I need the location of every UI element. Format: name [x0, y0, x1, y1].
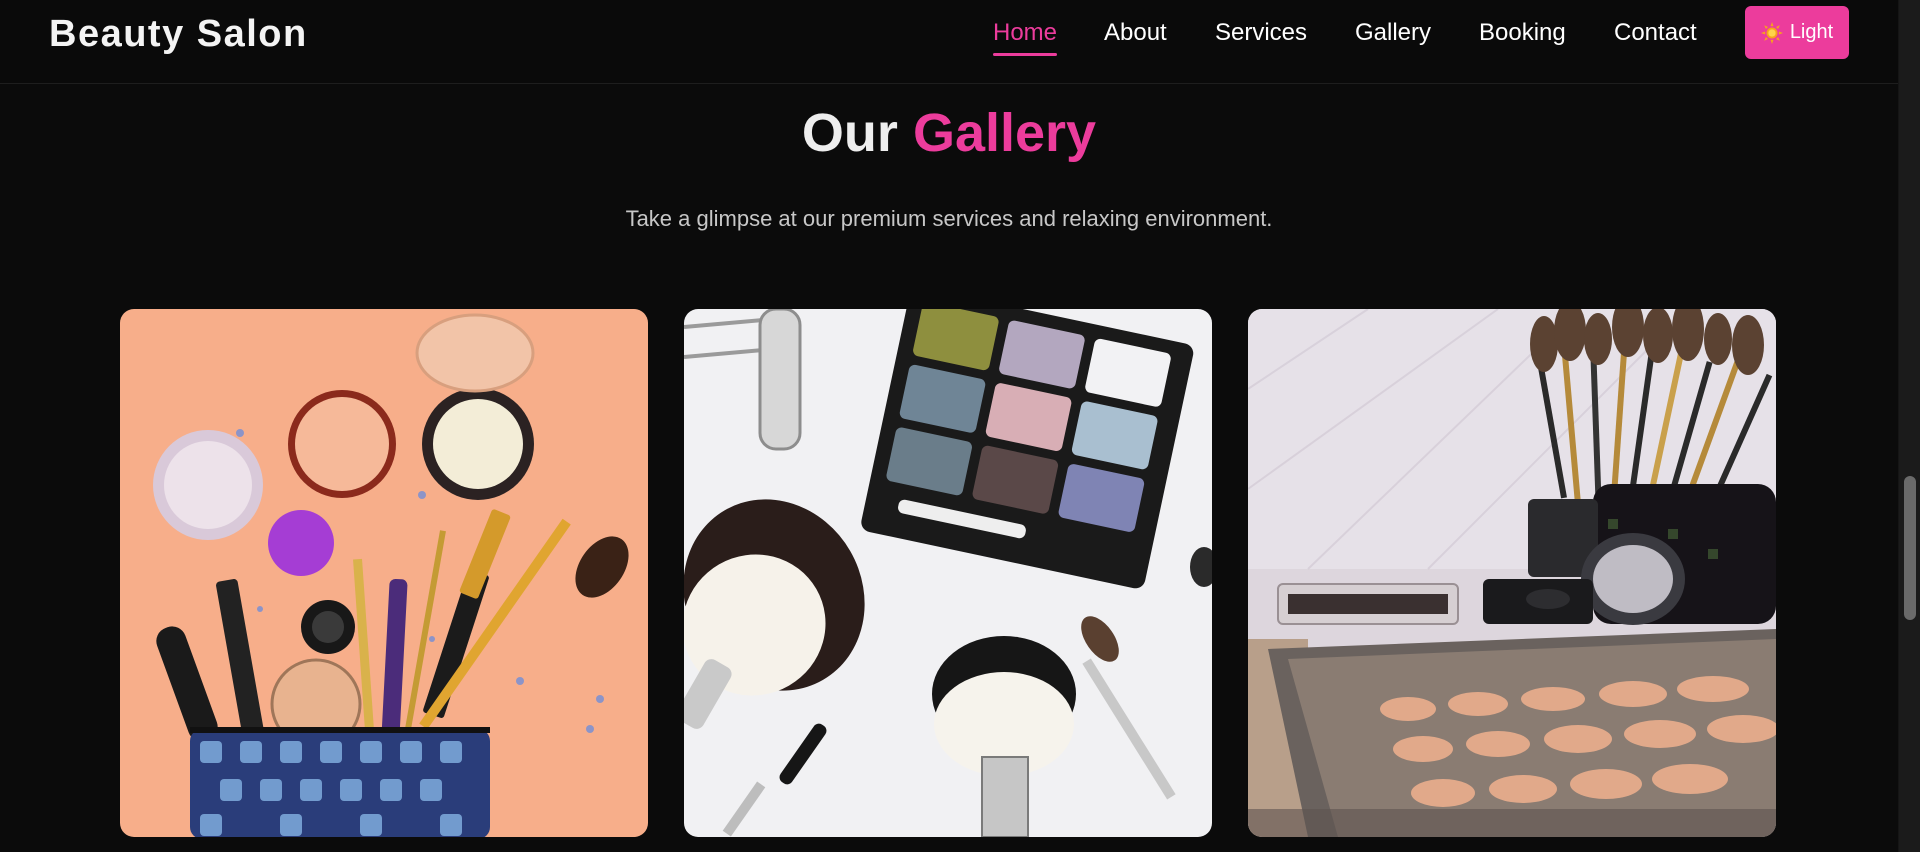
brush-holder-photo — [1248, 309, 1776, 837]
gallery-image-eyeshadow-brushes[interactable] — [684, 309, 1212, 837]
scrollbar-thumb[interactable] — [1904, 476, 1916, 620]
nav-link-booking[interactable]: Booking — [1479, 18, 1566, 48]
nav-link-about[interactable]: About — [1104, 18, 1167, 48]
nav-link-contact[interactable]: Contact — [1614, 18, 1697, 48]
nav-link-services[interactable]: Services — [1215, 18, 1307, 48]
nav-link-gallery[interactable]: Gallery — [1355, 18, 1431, 48]
gallery-subtitle: Take a glimpse at our premium services a… — [625, 206, 1273, 231]
gallery-title-plain: Our — [801, 103, 898, 163]
navbar: Beauty Salon Home About Services Gallery… — [0, 0, 1898, 84]
sun-icon — [1760, 21, 1783, 44]
makeup-bag-photo — [120, 309, 648, 837]
gallery-image-brush-holder[interactable] — [1248, 309, 1776, 837]
theme-toggle-label: Light — [1789, 21, 1834, 43]
eyeshadow-brushes-photo — [684, 309, 1212, 837]
nav-link-home[interactable]: Home — [993, 18, 1058, 56]
theme-toggle-button[interactable]: Light — [1745, 6, 1849, 59]
gallery-image-makeup-bag[interactable] — [120, 309, 648, 837]
page-scrollbar[interactable] — [1898, 0, 1920, 852]
gallery-title-accent: Gallery — [912, 103, 1097, 163]
brand-logo[interactable]: Beauty Salon — [49, 13, 308, 56]
gallery-title: Our Gallery — [0, 102, 1898, 164]
